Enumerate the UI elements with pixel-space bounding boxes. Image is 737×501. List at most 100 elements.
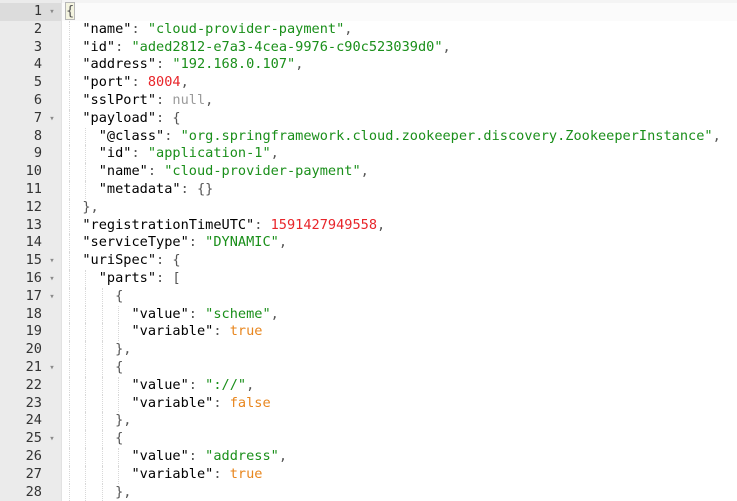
code-text[interactable]: "value": "address", xyxy=(66,448,287,466)
code-line[interactable]: 4 "address": "192.168.0.107", xyxy=(0,56,737,75)
code-line[interactable]: 18 "value": "scheme", xyxy=(0,305,737,324)
code-line[interactable]: 16 ▾ "parts": [ xyxy=(0,269,737,288)
json-punctuation: , xyxy=(270,145,279,162)
json-punctuation: : xyxy=(188,376,206,393)
json-punctuation: : xyxy=(188,447,206,464)
json-punctuation: }, xyxy=(115,483,132,500)
code-lines[interactable]: 1 ▾{2 "name": "cloud-provider-payment", 3 … xyxy=(0,2,737,501)
line-number: 2 xyxy=(33,20,42,37)
code-line[interactable]: 8 "@class": "org.springframework.cloud.z… xyxy=(0,127,737,146)
fold-toggle-icon[interactable]: ▾ xyxy=(46,270,58,288)
code-line[interactable]: 19 "variable": true xyxy=(0,323,737,342)
json-number: 1591427949558 xyxy=(270,216,378,233)
code-line[interactable]: 21 ▾ { xyxy=(0,358,737,377)
code-line[interactable]: 12 }, xyxy=(0,198,737,217)
line-number: 24 xyxy=(25,412,42,429)
code-line[interactable]: 10 "name": "cloud-provider-payment", xyxy=(0,163,737,181)
code-line[interactable]: 17 ▾ { xyxy=(0,287,737,306)
code-line[interactable]: 13 "registrationTimeUTC": 1591427949558, xyxy=(0,216,737,235)
code-line[interactable]: 28 }, xyxy=(0,483,737,501)
code-line[interactable]: 14 "serviceType": "DYNAMIC", xyxy=(0,234,737,253)
code-text[interactable]: "serviceType": "DYNAMIC", xyxy=(66,234,287,252)
code-line[interactable]: 23 "variable": false xyxy=(0,394,737,413)
json-key: "variable" xyxy=(131,394,214,411)
json-key: "port" xyxy=(82,74,132,91)
json-punctuation: : xyxy=(131,74,148,91)
code-text[interactable]: }, xyxy=(66,199,98,217)
json-punctuation: : [ xyxy=(156,269,181,286)
code-text[interactable]: }, xyxy=(66,484,131,501)
code-text[interactable]: "port": 8004, xyxy=(66,74,188,92)
code-text[interactable]: { xyxy=(66,288,123,306)
fold-toggle-icon[interactable]: ▾ xyxy=(46,288,58,306)
code-line[interactable]: 5 "port": 8004, xyxy=(0,74,737,92)
json-key: "variable" xyxy=(131,323,214,340)
code-line[interactable]: 7 ▾ "payload": { xyxy=(0,109,737,128)
line-number: 20 xyxy=(25,341,42,358)
line-number: 19 xyxy=(25,323,42,340)
json-string: "cloud-provider-payment" xyxy=(147,20,345,37)
line-highlight xyxy=(62,288,737,306)
code-text[interactable]: }, xyxy=(66,341,131,359)
line-number: 11 xyxy=(25,180,42,197)
code-line[interactable]: 15 ▾ "uriSpec": { xyxy=(0,252,737,270)
code-text[interactable]: "variable": false xyxy=(66,394,270,413)
code-text[interactable]: "variable": true xyxy=(66,466,262,484)
code-text[interactable]: "payload": { xyxy=(66,110,180,128)
code-text[interactable]: "parts": [ xyxy=(66,270,181,288)
fold-toggle-icon[interactable]: ▾ xyxy=(46,252,58,270)
fold-toggle-icon[interactable]: ▾ xyxy=(46,430,58,448)
code-text[interactable]: "value": "://", xyxy=(66,377,254,395)
code-text[interactable]: "value": "scheme", xyxy=(66,306,278,324)
code-line[interactable]: 24 }, xyxy=(0,412,737,431)
code-text[interactable]: "address": "192.168.0.107", xyxy=(66,56,303,74)
code-text[interactable]: "id": "aded2812-e7a3-4cea-9976-c90c52303… xyxy=(66,38,450,57)
code-text[interactable]: "sslPort": null, xyxy=(66,92,213,110)
code-text[interactable]: "uriSpec": { xyxy=(66,252,180,270)
code-line[interactable]: 3 "id": "aded2812-e7a3-4cea-9976-c90c523… xyxy=(0,38,737,57)
line-number: 13 xyxy=(25,216,42,233)
json-key: "parts" xyxy=(98,269,157,286)
code-text[interactable]: "name": "cloud-provider-payment", xyxy=(66,163,369,181)
code-text[interactable]: "variable": true xyxy=(66,323,262,341)
code-line[interactable]: 11 "metadata": {} xyxy=(0,180,737,199)
fold-toggle-icon[interactable]: ▾ xyxy=(46,110,58,128)
code-text[interactable]: "metadata": {} xyxy=(66,181,214,199)
json-string: "aded2812-e7a3-4cea-9976-c90c523039d0" xyxy=(131,38,443,55)
code-line[interactable]: 6 "sslPort": null, xyxy=(0,91,737,110)
json-punctuation: : xyxy=(131,145,148,162)
json-code-editor[interactable]: 1 ▾{2 "name": "cloud-provider-payment", 3 … xyxy=(0,0,737,501)
code-line[interactable]: 25 ▾ { xyxy=(0,430,737,448)
json-punctuation: { xyxy=(115,358,124,375)
json-punctuation: , xyxy=(344,20,353,37)
code-text[interactable]: "@class": "org.springframework.cloud.zoo… xyxy=(66,128,721,146)
code-text[interactable]: "name": "cloud-provider-payment", xyxy=(66,21,352,39)
code-line[interactable]: 20 }, xyxy=(0,341,737,359)
code-line[interactable]: 27 "variable": true xyxy=(0,465,737,484)
code-line[interactable]: 22 "value": "://", xyxy=(0,376,737,395)
code-line[interactable]: 2 "name": "cloud-provider-payment", xyxy=(0,20,737,39)
code-text[interactable]: }, xyxy=(66,412,131,430)
code-text[interactable]: "id": "application-1", xyxy=(66,145,279,163)
code-text[interactable]: { xyxy=(66,359,123,377)
code-text[interactable]: { xyxy=(64,2,76,21)
code-text[interactable]: "registrationTimeUTC": 1591427949558, xyxy=(66,217,385,235)
code-text[interactable]: { xyxy=(66,430,123,448)
json-punctuation: : xyxy=(213,465,230,482)
code-line[interactable]: 9 "id": "application-1", xyxy=(0,145,737,164)
code-line[interactable]: 26 "value": "address", xyxy=(0,447,737,466)
fold-toggle-icon[interactable]: ▾ xyxy=(46,3,58,21)
fold-toggle-icon[interactable]: ▾ xyxy=(46,359,58,377)
code-line[interactable]: 1 ▾{ xyxy=(0,2,737,21)
